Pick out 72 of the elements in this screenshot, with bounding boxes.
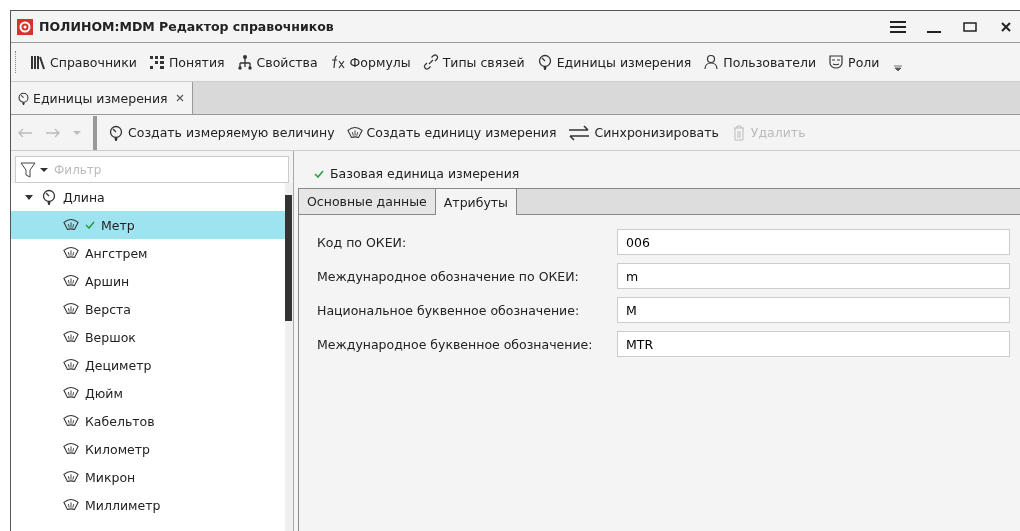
books-icon	[30, 54, 46, 70]
ruler-arc-icon	[63, 245, 79, 261]
overflow-icon[interactable]	[894, 65, 903, 71]
tab-label: Единицы измерения	[33, 90, 168, 106]
close-icon[interactable]	[175, 94, 184, 102]
gauge-icon	[17, 91, 30, 105]
detail-tab[interactable]: Основные данные	[298, 189, 436, 215]
action-button[interactable]: Синхронизировать	[563, 122, 724, 143]
ruler-arc-icon	[63, 329, 79, 345]
field-label: Код по ОКЕИ:	[317, 234, 408, 250]
field-label: Международное обозначение по ОКЕИ:	[317, 268, 580, 284]
tree-item[interactable]: Кабельтов	[11, 407, 285, 435]
gauge-icon	[108, 124, 124, 141]
tree-item[interactable]: Вершок	[11, 323, 285, 351]
expand-caret-icon[interactable]	[25, 193, 33, 201]
toolbar-button[interactable]: Типы связей	[417, 52, 530, 72]
filter-field[interactable]: Фильтр	[52, 161, 284, 178]
tree-item[interactable]: Ангстрем	[11, 239, 285, 267]
text-field[interactable]: М	[617, 297, 1010, 323]
scrollbar[interactable]	[285, 183, 293, 531]
tree-item[interactable]: Километр	[11, 435, 285, 463]
tree-item[interactable]: Метр	[11, 211, 285, 239]
maximize-icon[interactable]	[962, 19, 978, 34]
function-icon	[329, 54, 346, 70]
action-button[interactable]: Создать единицу измерения	[341, 122, 562, 143]
toolbar-button[interactable]: Пользователи	[698, 52, 822, 72]
field-label: Международное буквенное обозначение:	[317, 336, 594, 352]
menu-icon[interactable]	[890, 19, 906, 34]
mask-icon	[828, 54, 845, 70]
filter-box[interactable]: Фильтр	[15, 156, 289, 183]
ruler-arc-icon	[63, 385, 79, 401]
text-field[interactable]: m	[617, 263, 1010, 289]
ruler-arc-icon	[63, 273, 79, 289]
link-icon	[422, 54, 439, 70]
ruler-arc-icon	[63, 413, 79, 429]
close-icon[interactable]	[998, 19, 1014, 34]
tree-item[interactable]: Дециметр	[11, 351, 285, 379]
toolbar-button[interactable]: Понятия	[143, 52, 230, 72]
gauge-icon	[41, 189, 57, 205]
user-icon	[703, 54, 720, 70]
tree-item[interactable]: Микрон	[11, 463, 285, 491]
text-field[interactable]: MTR	[617, 331, 1010, 357]
toolbar-button[interactable]: Роли	[823, 52, 885, 72]
ruler-arc-icon	[63, 497, 79, 513]
app-logo-icon	[17, 18, 33, 35]
tree-item[interactable]: Аршин	[11, 267, 285, 295]
toolbar-button[interactable]: Формулы	[324, 52, 416, 72]
gauge-icon	[536, 54, 553, 70]
grid-icon	[148, 54, 165, 70]
ruler-arc-icon	[63, 469, 79, 485]
ruler-arc-icon	[63, 357, 79, 373]
tree-item[interactable]: Длина	[11, 183, 285, 211]
action-button[interactable]: Создать измеряемую величину	[103, 122, 340, 143]
tree-item[interactable]: Верста	[11, 295, 285, 323]
ruler-arc-icon	[63, 441, 79, 457]
toolbar-button[interactable]: Справочники	[25, 52, 142, 72]
document-tab[interactable]: Единицы измерения	[11, 82, 193, 114]
caret-icon[interactable]	[40, 166, 48, 173]
toolbar-button[interactable]: Свойства	[231, 52, 323, 72]
toolbar-button[interactable]: Единицы измерения	[531, 52, 697, 72]
hierarchy-icon	[236, 54, 253, 70]
text-field[interactable]: 006	[617, 229, 1010, 255]
tree-item[interactable]: Дюйм	[11, 379, 285, 407]
sync-arrows-icon	[568, 124, 591, 141]
tree-item[interactable]: Миллиметр	[11, 491, 285, 519]
window-title: ПОЛИНОМ:MDM Редактор справочников	[39, 19, 334, 34]
field-label: Национальное буквенное обозначение:	[317, 302, 581, 318]
ruler-arc-icon	[63, 301, 79, 317]
ruler-arc-icon	[346, 124, 363, 141]
base-unit-label: Базовая единица измерения	[330, 166, 520, 181]
ruler-arc-icon	[63, 217, 79, 233]
filter-icon[interactable]	[20, 161, 36, 178]
